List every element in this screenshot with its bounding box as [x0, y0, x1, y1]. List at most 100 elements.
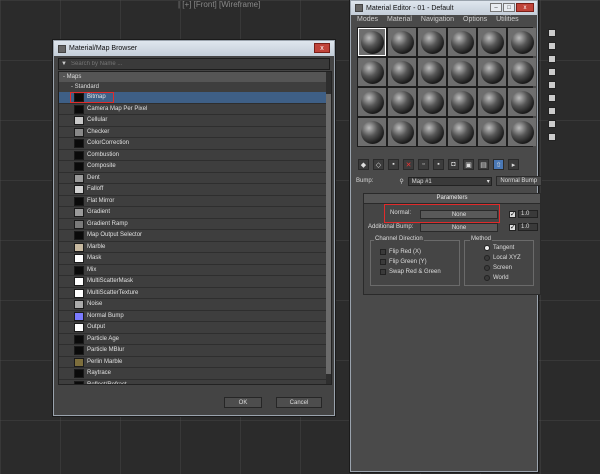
method-tangent-radio[interactable] [484, 245, 490, 251]
method-screen-option[interactable]: Screen [484, 265, 512, 271]
method-local-xyz-radio[interactable] [484, 255, 490, 261]
close-button[interactable]: x [314, 43, 330, 53]
normal-enable-checkbox[interactable] [509, 210, 516, 218]
backlight-icon[interactable] [548, 42, 556, 50]
subsection-standard[interactable]: - Standard [59, 82, 331, 92]
list-item[interactable]: Noise [59, 299, 331, 311]
additional-bump-checkbox[interactable] [509, 223, 516, 231]
uv-tiling-icon[interactable] [548, 68, 556, 76]
scrollbar-thumb[interactable] [326, 94, 331, 374]
list-item[interactable]: Output [59, 322, 331, 334]
method-tangent-option[interactable]: Tangent [484, 245, 514, 251]
material-slot[interactable] [478, 118, 506, 146]
make-unique-icon[interactable]: ▫ [418, 159, 429, 170]
menu-item[interactable]: Options [463, 16, 487, 23]
additional-bump-button[interactable]: None [420, 223, 498, 232]
material-slot[interactable] [508, 58, 536, 86]
cancel-button[interactable]: Cancel [276, 397, 322, 408]
material-slot[interactable] [448, 28, 476, 56]
minimize-button[interactable]: – [490, 3, 502, 12]
list-item[interactable]: Particle Age [59, 334, 331, 345]
browser-titlebar[interactable]: Material/Map Browser [54, 41, 334, 56]
map-name-dropdown[interactable]: Map #1 [407, 176, 492, 186]
video-check-icon[interactable] [548, 81, 556, 89]
list-item[interactable]: Map Output Selector [59, 230, 331, 242]
material-slot[interactable] [478, 58, 506, 86]
material-slot[interactable] [418, 28, 446, 56]
go-to-parent-icon[interactable]: ⇧ [493, 159, 504, 170]
flip-red-checkbox[interactable] [380, 249, 386, 255]
map-type-button[interactable]: Normal Bump [495, 176, 542, 186]
list-item[interactable]: MultiScatterTexture [59, 288, 331, 299]
list-item[interactable]: Gradient Ramp [59, 219, 331, 230]
method-screen-radio[interactable] [484, 265, 490, 271]
list-item[interactable]: Composite [59, 161, 331, 173]
material-slot[interactable] [358, 28, 386, 56]
list-item[interactable]: Flat Mirror [59, 196, 331, 207]
show-end-result-icon[interactable]: ▤ [478, 159, 489, 170]
material-slot[interactable] [358, 58, 386, 86]
material-slot[interactable] [358, 118, 386, 146]
normal-amount-spinner[interactable]: 1.0 [518, 210, 538, 218]
menu-item[interactable]: Navigation [421, 16, 454, 23]
go-forward-icon[interactable]: ▸ [508, 159, 519, 170]
material-slot[interactable] [388, 58, 416, 86]
material-slot[interactable] [418, 58, 446, 86]
list-item[interactable]: Checker [59, 127, 331, 138]
list-item[interactable]: Camera Map Per Pixel [59, 104, 331, 115]
list-scrollbar[interactable] [326, 72, 331, 384]
section-maps[interactable]: - Maps [59, 72, 331, 82]
select-by-material-icon[interactable] [548, 120, 556, 128]
list-item[interactable]: Mask [59, 253, 331, 265]
menu-item[interactable]: Utilities [496, 16, 519, 23]
menu-item[interactable]: Material [387, 16, 412, 23]
options-dropdown-icon[interactable]: ▼ [59, 61, 69, 67]
list-item[interactable]: MultiScatterMask [59, 276, 331, 288]
background-icon[interactable] [548, 55, 556, 63]
material-slot[interactable] [388, 88, 416, 116]
list-item[interactable]: Reflect/Refract [59, 380, 331, 384]
method-world-option[interactable]: World [484, 275, 509, 281]
list-item[interactable]: Gradient [59, 207, 331, 219]
search-input[interactable] [69, 60, 329, 68]
material-slot[interactable] [478, 28, 506, 56]
flip-red-option[interactable]: Flip Red (X) [380, 249, 421, 255]
editor-close-button[interactable]: x [516, 3, 534, 12]
flip-green-checkbox[interactable] [380, 259, 386, 265]
material-slot[interactable] [358, 88, 386, 116]
swap-red-green-option[interactable]: Swap Red & Green [380, 269, 441, 275]
assign-to-selection-icon[interactable]: ▪ [388, 159, 399, 170]
material-slot[interactable] [448, 88, 476, 116]
method-world-radio[interactable] [484, 275, 490, 281]
flip-green-option[interactable]: Flip Green (Y) [380, 259, 427, 265]
material-slot[interactable] [448, 118, 476, 146]
list-item[interactable]: Raytrace [59, 368, 331, 380]
list-item[interactable]: Normal Bump [59, 311, 331, 322]
material-slot[interactable] [508, 28, 536, 56]
list-item[interactable]: Marble [59, 242, 331, 253]
material-navigator-icon[interactable] [548, 133, 556, 141]
list-item[interactable]: Dent [59, 173, 331, 184]
list-item[interactable]: Particle MBlur [59, 345, 331, 357]
show-in-viewport-icon[interactable]: ▣ [463, 159, 474, 170]
menu-item[interactable]: Modes [357, 16, 378, 23]
list-item[interactable]: Falloff [59, 184, 331, 196]
parameters-header[interactable]: Parameters [364, 194, 540, 204]
list-item[interactable]: Bitmap [59, 92, 331, 104]
ok-button[interactable]: OK [224, 397, 262, 408]
sample-type-icon[interactable] [548, 29, 556, 37]
make-preview-icon[interactable] [548, 94, 556, 102]
reset-map-icon[interactable]: ✕ [403, 159, 414, 170]
options-icon[interactable] [548, 107, 556, 115]
list-item[interactable]: Perlin Marble [59, 357, 331, 368]
material-slot[interactable] [418, 118, 446, 146]
pick-map-icon[interactable]: ⚲ [399, 178, 403, 185]
material-slot[interactable] [388, 28, 416, 56]
list-item[interactable]: Mix [59, 265, 331, 276]
list-item[interactable]: ColorCorrection [59, 138, 331, 150]
put-to-library-icon[interactable]: ▪ [433, 159, 444, 170]
material-slot[interactable] [478, 88, 506, 116]
material-slot[interactable] [508, 118, 536, 146]
list-item[interactable]: Combustion [59, 150, 331, 161]
material-slot[interactable] [388, 118, 416, 146]
